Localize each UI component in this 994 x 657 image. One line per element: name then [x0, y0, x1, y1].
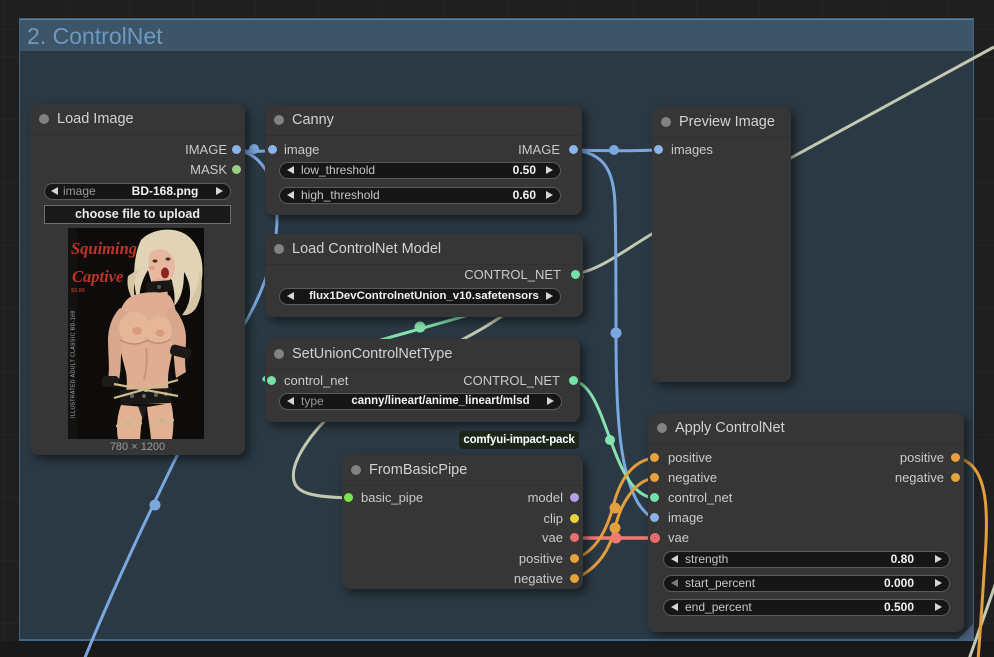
svg-text:Captive: Captive	[72, 267, 123, 286]
svg-text:Squiming: Squiming	[71, 239, 137, 258]
svg-text:ILLUSTRATED ADULT CLASSIC BD-1: ILLUSTRATED ADULT CLASSIC BD-168	[71, 310, 77, 418]
svg-text:$3.95: $3.95	[71, 288, 85, 294]
